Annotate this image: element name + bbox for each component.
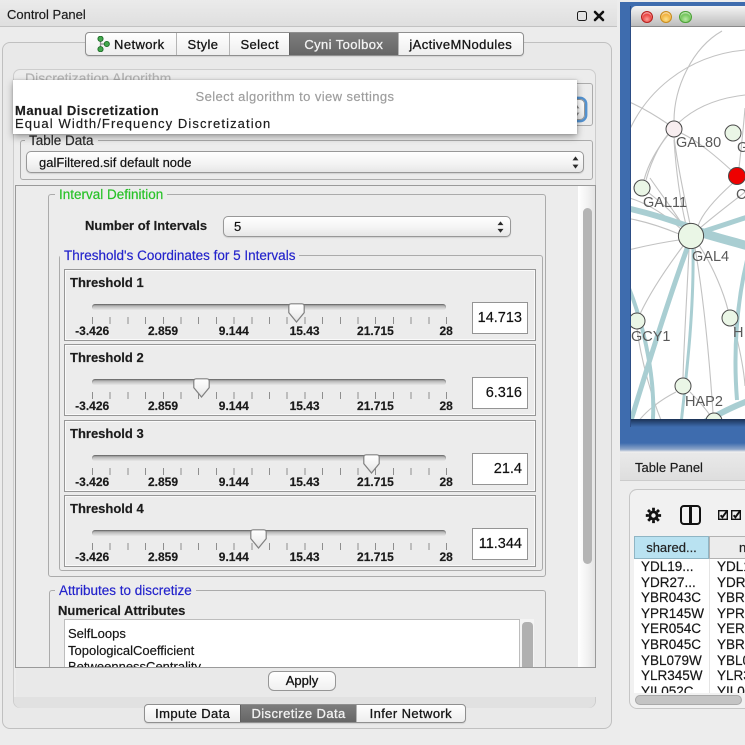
svg-text:GAL11: GAL11 — [643, 195, 687, 211]
svg-text:H: H — [733, 325, 743, 341]
svg-text:GAL80: GAL80 — [676, 135, 721, 151]
svg-text:GAL4: GAL4 — [692, 249, 729, 265]
svg-text:G: G — [737, 140, 745, 156]
svg-text:HAP2: HAP2 — [685, 394, 723, 410]
svg-text:C: C — [736, 187, 745, 203]
svg-text:GCY1: GCY1 — [631, 329, 671, 345]
